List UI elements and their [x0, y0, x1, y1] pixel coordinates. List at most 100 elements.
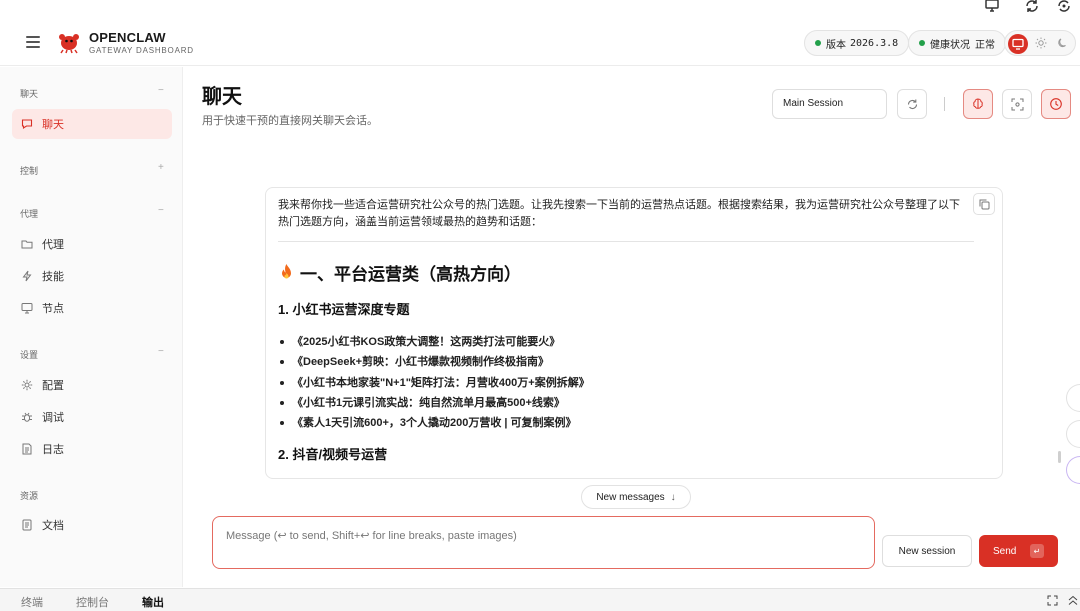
- message-divider: [278, 241, 974, 242]
- list-item: 《DeepSeek+剪映：小红书爆款视频制作终极指南》: [278, 352, 590, 372]
- sidebar-section-settings[interactable]: 设置: [20, 348, 38, 361]
- expand-icon[interactable]: [1047, 595, 1058, 606]
- section-heading: 一、平台运营类（高热方向）: [278, 260, 521, 285]
- sidebar-item-label: 日志: [42, 444, 64, 456]
- assistant-message: 我来帮你找一些适合运营研究社公众号的热门选题。让我先搜索一下当前的运营热点话题。…: [265, 187, 1003, 479]
- sun-icon[interactable]: [1035, 37, 1047, 49]
- version-value: 2026.3.8: [850, 37, 899, 49]
- new-messages-label: New messages: [596, 491, 665, 503]
- sidebar-item-label: 技能: [42, 271, 64, 283]
- refresh-icon[interactable]: [1024, 0, 1040, 14]
- lobster-logo-icon: [59, 34, 79, 54]
- focus-mode-button[interactable]: [1002, 89, 1032, 119]
- sidebar-item-label: 文档: [42, 520, 64, 532]
- app-header: OPENCLAW GATEWAY DASHBOARD 版本 2026.3.8 健…: [0, 18, 1080, 66]
- document-icon: [22, 519, 32, 531]
- scrollbar[interactable]: [1058, 451, 1061, 463]
- folder-icon: [21, 240, 33, 249]
- gear-icon: [21, 379, 33, 391]
- sub-heading: 2. 抖音/视频号运营: [278, 447, 388, 462]
- collapse-toggle[interactable]: −: [158, 346, 164, 357]
- expand-toggle[interactable]: +: [158, 162, 164, 173]
- bug-icon: [22, 412, 32, 422]
- focus-icon: [1011, 98, 1023, 110]
- brain-icon: [973, 98, 983, 109]
- copy-button[interactable]: [973, 193, 995, 215]
- page-subtitle: 用于快速干预的直接网关聊天会话。: [202, 115, 378, 127]
- refresh-icon: [907, 99, 917, 109]
- tab-console[interactable]: 控制台: [76, 594, 109, 610]
- arrow-down-icon: ↓: [670, 491, 676, 503]
- collapse-toggle[interactable]: −: [158, 205, 164, 216]
- fire-icon: [282, 264, 291, 279]
- new-session-button[interactable]: New session: [882, 535, 972, 567]
- health-value: 正常: [975, 39, 995, 51]
- section-heading-text: 一、平台运营类（高热方向）: [300, 265, 521, 284]
- sidebar-section-control[interactable]: 控制: [20, 164, 38, 177]
- status-dot: [919, 40, 925, 46]
- refresh-button[interactable]: [897, 89, 927, 119]
- list-item: 《素人1天引流600+，3个人撬动200万营收 | 可复制案例》: [278, 413, 590, 433]
- tab-terminal[interactable]: 终端: [21, 594, 43, 610]
- floating-widget[interactable]: [1066, 420, 1080, 448]
- list-item: 《小红书本地家装"N+1"矩阵打法：月营收400万+案例拆解》: [278, 373, 590, 393]
- message-placeholder: Message (↩ to send, Shift+↩ for line bre…: [226, 530, 517, 542]
- menu-icon[interactable]: [26, 36, 40, 48]
- topic-list: 《2025小红书KOS政策大调整！这两类打法可能要火》 《DeepSeek+剪映…: [278, 332, 590, 433]
- health-label: 健康状况: [930, 39, 970, 51]
- floating-widget[interactable]: [1066, 456, 1080, 484]
- sidebar-item-label: 代理: [42, 239, 64, 251]
- thinking-toggle-button[interactable]: [963, 89, 993, 119]
- theme-switcher: [1004, 30, 1076, 56]
- status-dot: [815, 40, 821, 46]
- page-title: 聊天: [202, 86, 242, 108]
- chevron-up-icon[interactable]: [1068, 595, 1078, 606]
- sidebar-item-agents[interactable]: 代理: [12, 229, 172, 259]
- copy-icon: [979, 199, 989, 209]
- sidebar-item-logs[interactable]: 日志: [12, 434, 172, 464]
- log-icon: [22, 443, 32, 455]
- list-item: 《小红书1元课引流实战：纯自然流单月最高500+线索》: [278, 393, 590, 413]
- sync-icon[interactable]: [1056, 0, 1072, 14]
- chat-bubble-icon: [21, 119, 33, 130]
- bolt-icon: [22, 270, 32, 282]
- sidebar-section-resources[interactable]: 资源: [20, 489, 38, 502]
- message-intro: 我来帮你找一些适合运营研究社公众号的热门选题。让我先搜索一下当前的运营热点话题。…: [278, 199, 960, 228]
- sidebar-section-agent[interactable]: 代理: [20, 207, 38, 220]
- sidebar-item-label: 配置: [42, 380, 64, 392]
- sidebar-item-nodes[interactable]: 节点: [12, 293, 172, 323]
- sidebar-item-docs[interactable]: 文档: [12, 510, 172, 540]
- health-badge: 健康状况 正常: [908, 30, 1006, 56]
- moon-icon[interactable]: [1057, 37, 1069, 49]
- collapse-toggle[interactable]: −: [158, 85, 164, 96]
- sidebar-item-config[interactable]: 配置: [12, 370, 172, 400]
- sidebar-item-debug[interactable]: 调试: [12, 402, 172, 432]
- send-label: Send: [993, 545, 1017, 557]
- sidebar-item-skills[interactable]: 技能: [12, 261, 172, 291]
- brand-name: OPENCLAW: [89, 30, 166, 45]
- session-select[interactable]: Main Session: [772, 89, 887, 119]
- floating-widget[interactable]: [1066, 384, 1080, 412]
- sidebar-item-label: 节点: [42, 303, 64, 315]
- list-item: 《2025小红书KOS政策大调整！这两类打法可能要火》: [278, 332, 590, 352]
- sidebar-item-label: 聊天: [42, 119, 64, 131]
- history-button[interactable]: [1041, 89, 1071, 119]
- enter-key-icon: ↵: [1030, 544, 1044, 558]
- theme-system-button[interactable]: [1008, 34, 1028, 54]
- new-messages-button[interactable]: New messages ↓: [581, 485, 691, 509]
- brand-subtitle: GATEWAY DASHBOARD: [89, 46, 194, 55]
- send-button[interactable]: Send ↵: [979, 535, 1058, 567]
- sidebar-item-chat[interactable]: 聊天: [12, 109, 172, 139]
- version-badge: 版本 2026.3.8: [804, 30, 910, 56]
- window-toolbar: [0, 0, 1080, 18]
- clock-icon: [1050, 98, 1062, 110]
- tab-output[interactable]: 输出: [142, 594, 164, 610]
- toolbar-divider: [944, 97, 945, 111]
- screen-icon[interactable]: [984, 0, 1000, 14]
- version-label: 版本: [826, 39, 846, 51]
- sidebar-section-chat[interactable]: 聊天: [20, 87, 38, 100]
- message-input[interactable]: Message (↩ to send, Shift+↩ for line bre…: [212, 516, 875, 569]
- bottom-panel-tabs: 终端 控制台 输出: [0, 588, 1080, 611]
- sidebar: 聊天 − 聊天 控制 + 代理 − 代理 技能 节点 设置 − 配置 调试 日志…: [0, 67, 183, 587]
- monitor-icon: [1012, 38, 1024, 50]
